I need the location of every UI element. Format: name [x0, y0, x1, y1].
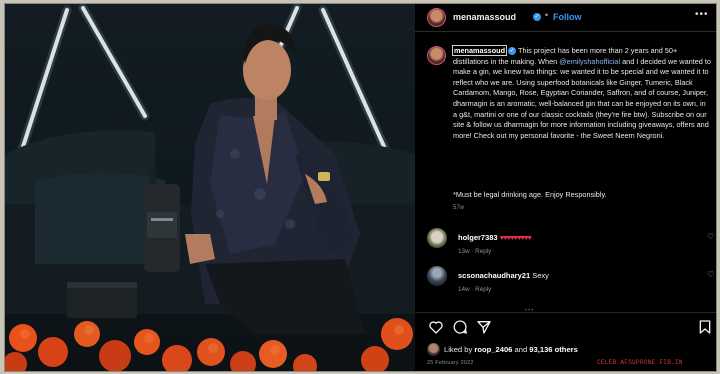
author-avatar[interactable]	[427, 8, 446, 27]
screenshot-frame: menamassoud ✓ • Follow ••• menamassoud ✓…	[4, 3, 717, 372]
comment-item: scsonachaudhary21 Sexy 14w · Reply ♡	[415, 266, 716, 302]
save-bookmark-icon[interactable]	[697, 319, 713, 335]
comment-bubble-icon[interactable]	[452, 319, 468, 335]
separator-dot: •	[545, 10, 549, 20]
comment-body: ♥♥♥♥♥♥♥♥♥	[499, 233, 532, 242]
post-date: 25 February 2022	[427, 360, 474, 366]
share-send-icon[interactable]	[476, 319, 492, 335]
actions-divider	[415, 312, 716, 313]
comment-like-icon[interactable]: ♡	[707, 232, 714, 241]
comment-meta[interactable]: 13w · Reply	[458, 248, 491, 255]
comment-meta[interactable]: 14w · Reply	[458, 286, 491, 293]
caption-text-2: and I decided we wanted to make a gin, w…	[453, 56, 711, 140]
liked-by-count-link[interactable]: 93,136 others	[529, 345, 578, 354]
comment-like-icon[interactable]: ♡	[707, 270, 714, 279]
caption-verified-icon: ✓	[508, 47, 517, 56]
author-username[interactable]: menamassoud	[453, 12, 516, 22]
photo-illustration	[5, 4, 415, 371]
like-heart-icon[interactable]	[428, 319, 444, 335]
post-header: menamassoud ✓ • Follow •••	[415, 4, 716, 31]
comment-text: holger7383 ♥♥♥♥♥♥♥♥♥	[458, 233, 532, 242]
caption-timestamp: 57w	[453, 205, 465, 211]
liked-by-prefix: Liked by	[444, 345, 475, 354]
caption-disclaimer: *Must be legal drinking age. Enjoy Respo…	[453, 190, 607, 199]
liked-by-text: Liked by roop_2406 and 93,136 others	[444, 345, 578, 354]
post-caption: menamassoud ✓ This project has been more…	[451, 45, 711, 141]
post-panel: menamassoud ✓ • Follow ••• menamassoud ✓…	[415, 4, 716, 371]
commenter-avatar[interactable]	[427, 266, 447, 286]
header-divider	[415, 31, 716, 32]
comment-text: scsonachaudhary21 Sexy	[458, 271, 549, 280]
comment-body: Sexy	[532, 271, 549, 280]
comment-username[interactable]: holger7383	[458, 233, 498, 242]
liked-by-user-link[interactable]: roop_2406	[474, 345, 512, 354]
commenter-avatar[interactable]	[427, 228, 447, 248]
caption-mention-link[interactable]: @emilyshahofficial	[559, 57, 620, 66]
follow-button[interactable]: Follow	[553, 12, 582, 22]
load-more-indicator[interactable]: •••	[525, 308, 534, 314]
more-options-icon[interactable]: •••	[695, 9, 709, 20]
comment-username[interactable]: scsonachaudhary21	[458, 271, 530, 280]
post-photo[interactable]	[5, 4, 415, 371]
liked-by-and: and	[512, 345, 530, 354]
comment-item: holger7383 ♥♥♥♥♥♥♥♥♥ 13w · Reply ♡	[415, 228, 716, 264]
caption-username[interactable]: menamassoud	[451, 45, 508, 56]
caption-author-avatar[interactable]	[427, 46, 446, 65]
watermark-text: CELEB.AFSUPRONE.FIB.IN	[597, 359, 683, 366]
verified-badge-icon: ✓	[533, 13, 541, 21]
liked-by-avatar[interactable]	[427, 343, 440, 356]
